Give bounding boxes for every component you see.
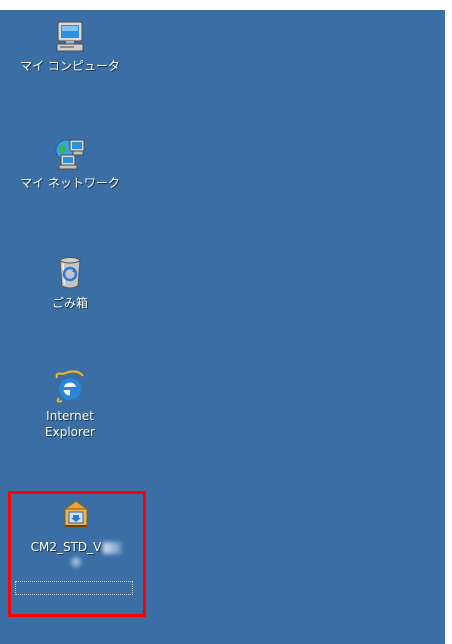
desktop-icon-label: Internet Explorer <box>25 408 115 440</box>
selection-focus-rect <box>15 581 133 595</box>
recycle-bin-icon <box>59 257 81 289</box>
desktop-icon-internet-explorer[interactable]: Internet Explorer <box>0 370 140 440</box>
redacted-text <box>71 557 81 567</box>
desktop-icon-label: ごみ箱 <box>51 296 88 310</box>
redacted-text <box>103 541 122 554</box>
computer-icon <box>56 21 84 52</box>
desktop-icon-my-computer[interactable]: マイ コンピュータ <box>0 20 140 74</box>
installer-label-text: CM2_STD_V <box>30 540 102 554</box>
desktop-icon-recycle-bin[interactable]: ごみ箱 <box>0 255 140 311</box>
internet-explorer-icon <box>55 370 84 403</box>
desktop-icon-label-line: Internet <box>46 409 94 423</box>
desktop-icon-label: マイ ネットワーク <box>20 176 120 190</box>
desktop-icon-label-line: Explorer <box>45 425 95 439</box>
desktop-icon-label: マイ コンピュータ <box>20 59 120 73</box>
installer-package-icon <box>63 500 89 528</box>
desktop-icon-label: CM2_STD_V <box>6 539 146 567</box>
desktop[interactable]: マイ コンピュータ マイ ネットワーク ごみ箱 Internet Explore… <box>0 10 445 644</box>
desktop-icon-my-network[interactable]: マイ ネットワーク <box>0 137 140 191</box>
desktop-icon-cm2-std[interactable]: CM2_STD_V <box>6 497 146 567</box>
network-icon <box>55 139 85 170</box>
